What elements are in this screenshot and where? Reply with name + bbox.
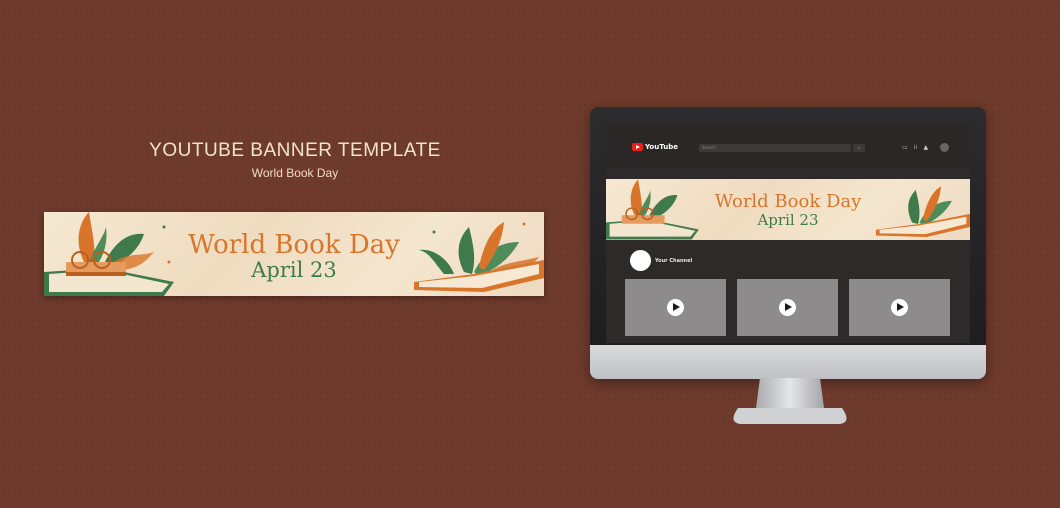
page-title: YOUTUBE BANNER TEMPLATE (149, 140, 441, 161)
youtube-logo-icon (632, 143, 643, 151)
play-icon[interactable] (667, 299, 684, 316)
book-plants-right-illustration (414, 222, 544, 292)
play-icon[interactable] (891, 299, 908, 316)
search-icon: ⌕ (857, 145, 861, 151)
channel-banner: World Book Day April 23 (606, 179, 970, 240)
video-thumbnail[interactable] (849, 279, 950, 336)
youtube-screen: YouTube Search ⌕ ▭ ⁞⁞ ▲ World Book Day A… (606, 123, 970, 343)
youtube-wordmark: YouTube (645, 143, 678, 151)
search-input[interactable]: Search (699, 144, 851, 152)
page-heading: YOUTUBE BANNER TEMPLATE World Book Day (120, 140, 470, 180)
video-thumbnail[interactable] (737, 279, 838, 336)
banner-preview: World Book Day April 23 (44, 212, 544, 296)
page-subtitle: World Book Day (251, 166, 339, 180)
video-thumbnail[interactable] (625, 279, 726, 336)
youtube-logo[interactable]: YouTube (632, 143, 678, 151)
apps-icon[interactable]: ⁞⁞ (914, 144, 918, 151)
desktop-monitor: YouTube Search ⌕ ▭ ⁞⁞ ▲ World Book Day A… (590, 107, 986, 379)
avatar[interactable] (940, 143, 950, 152)
play-icon[interactable] (779, 299, 796, 316)
channel-info[interactable]: Your Channel (630, 250, 692, 271)
youtube-header: YouTube Search ⌕ ▭ ⁞⁞ ▲ (606, 123, 970, 167)
search-button[interactable]: ⌕ (853, 144, 865, 152)
video-list (625, 279, 950, 336)
monitor-stand (733, 378, 847, 424)
channel-name[interactable]: Your Channel (655, 258, 692, 264)
channel-avatar[interactable] (630, 250, 651, 271)
video-icon[interactable]: ▭ (902, 144, 908, 151)
monitor-chin (590, 345, 986, 379)
bell-icon[interactable]: ▲ (924, 144, 929, 151)
book-plants-right-illustration (876, 186, 970, 237)
header-icons: ▭ ⁞⁞ ▲ (902, 143, 950, 152)
